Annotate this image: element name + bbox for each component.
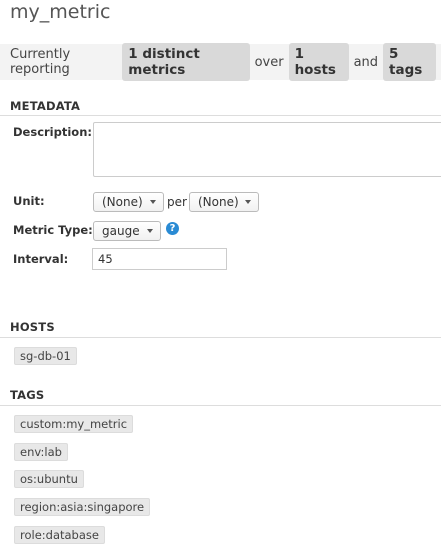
hosts-divider [0, 337, 441, 338]
description-label: Description: [13, 125, 92, 139]
chevron-down-icon [147, 229, 153, 233]
summary-and: and [353, 54, 379, 70]
tag-item[interactable]: role:database [14, 526, 105, 544]
host-tag[interactable]: sg-db-01 [14, 347, 77, 365]
per-text: per [167, 195, 187, 209]
description-textarea[interactable] [93, 122, 441, 177]
summary-prefix: Currently reporting [10, 47, 71, 77]
tags-heading: TAGS [10, 388, 45, 402]
unit-label: Unit: [13, 194, 45, 208]
hosts-heading: HOSTS [10, 320, 55, 334]
tag-item[interactable]: region:asia:singapore [14, 498, 151, 516]
per-unit-select-value: (None) [198, 195, 239, 209]
unit-select[interactable]: (None) [93, 192, 164, 212]
interval-input[interactable]: 45 [92, 248, 227, 270]
metrics-count-badge: 1 distinct metrics [122, 43, 250, 81]
chevron-down-icon [245, 200, 251, 204]
tags-divider [0, 405, 441, 406]
metadata-divider [0, 115, 441, 116]
hosts-count-badge: 1 hosts [288, 43, 349, 81]
reporting-summary: Currently reporting 1 distinct metrics o… [0, 43, 441, 81]
per-unit-select[interactable]: (None) [189, 192, 259, 212]
tag-item[interactable]: os:ubuntu [14, 470, 84, 488]
metric-type-select-value: gauge [102, 224, 140, 238]
tag-item[interactable]: custom:my_metric [14, 415, 134, 433]
tag-item[interactable]: env:lab [14, 443, 68, 461]
unit-select-value: (None) [102, 195, 143, 209]
metadata-heading: METADATA [10, 99, 81, 113]
interval-label: Interval: [13, 252, 69, 266]
chevron-down-icon [150, 200, 156, 204]
page-title: my_metric [10, 1, 111, 23]
tags-count-badge: 5 tags [383, 43, 436, 81]
metric-type-label: Metric Type: [13, 223, 93, 237]
summary-over: over [254, 54, 284, 70]
question-circle-icon[interactable]: ? [166, 222, 179, 235]
metric-type-select[interactable]: gauge [93, 221, 161, 241]
